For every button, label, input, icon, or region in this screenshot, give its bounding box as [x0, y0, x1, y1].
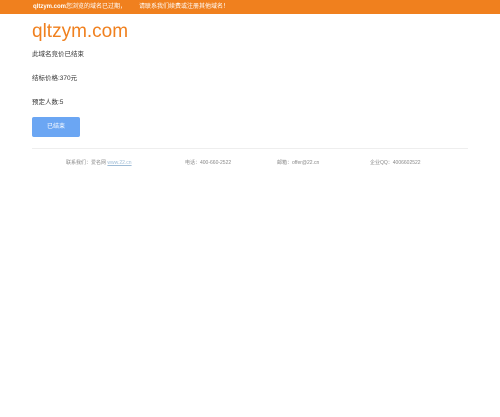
bidder-count: 预定人数:5	[32, 99, 64, 106]
auction-status: 此域名竞价已结束	[32, 51, 84, 58]
top-notice-bar: qltzym.com 您浏览的域名已过期， 请联系我们续费或注册其他域名！	[0, 0, 500, 14]
footer-contact-link[interactable]: www.22.cn	[107, 160, 131, 166]
footer-contact: 联系我们：爱名网 www.22.cn	[66, 159, 132, 167]
footer-email: 邮箱：offer@22.cn	[277, 160, 320, 166]
footer-divider	[32, 148, 468, 149]
domain-title: qltzym.com	[32, 21, 129, 42]
footer-contact-label: 联系我们：爱名网	[66, 160, 108, 166]
footer-qq: 企业QQ：4006602522	[370, 160, 421, 166]
final-price: 结标价格:370元	[32, 75, 78, 82]
auction-ended-button[interactable]: 已结束	[32, 117, 80, 137]
topbar-message-2: 请联系我们续费或注册其他域名！	[139, 4, 230, 10]
topbar-domain: qltzym.com	[33, 4, 67, 10]
topbar-message: 您浏览的域名已过期，	[66, 4, 127, 10]
footer-phone: 电话：400-660-2522	[185, 160, 232, 166]
